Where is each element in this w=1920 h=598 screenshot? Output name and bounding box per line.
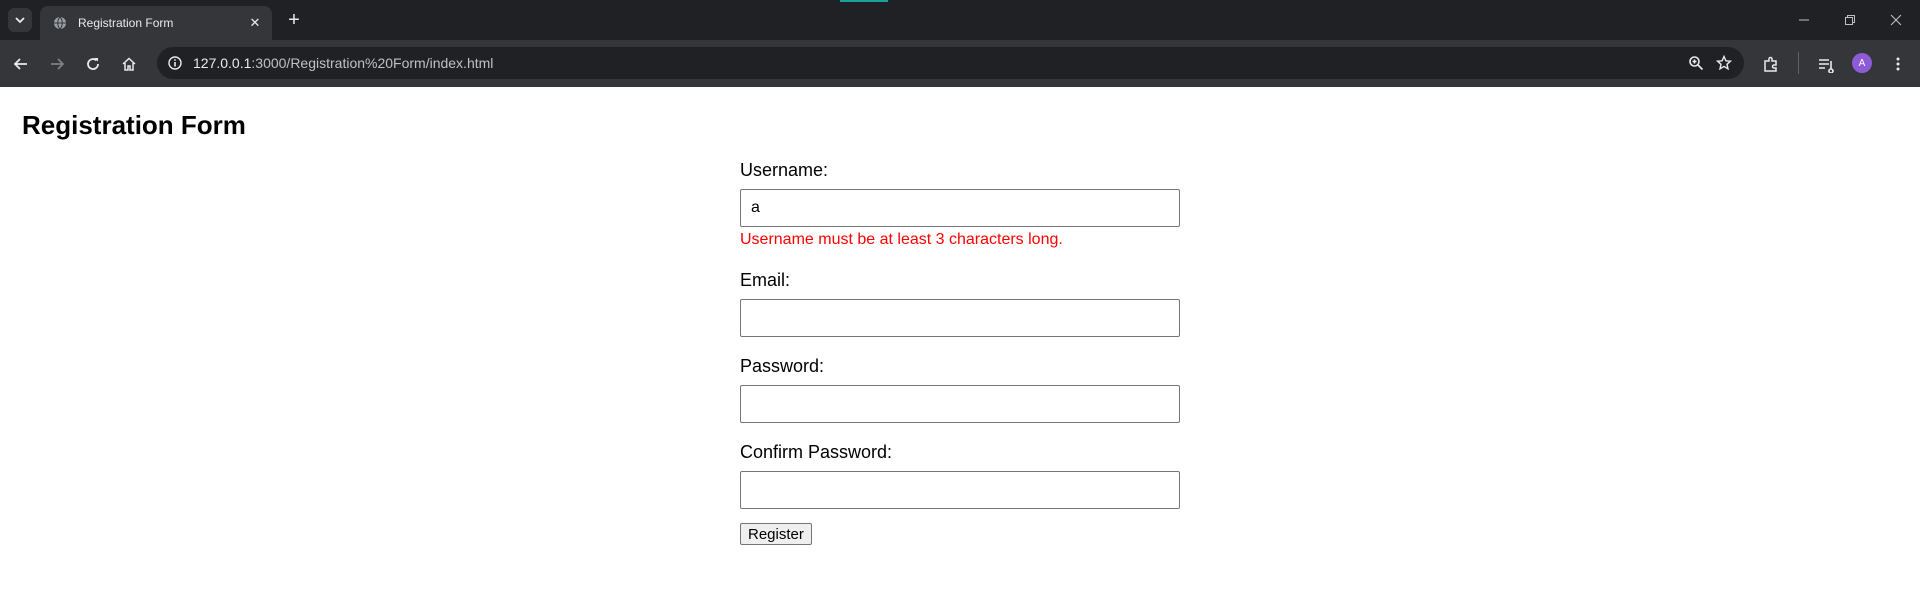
register-button[interactable]: Register [740,523,812,545]
reload-icon[interactable] [79,50,107,78]
tab-search-button[interactable] [8,8,32,32]
star-icon[interactable] [1714,53,1734,73]
menu-icon[interactable] [1884,50,1912,78]
restore-icon[interactable] [1830,6,1870,34]
tab-strip: Registration Form ✕ + [0,0,1920,40]
url-host: 127.0.0.1 [193,55,252,71]
browser-toolbar: 127.0.0.1:3000/Registration%20Form/index… [0,40,1920,87]
confirm-password-label: Confirm Password: [740,442,893,462]
avatar[interactable]: A [1852,53,1872,73]
email-label: Email: [740,270,791,290]
page-content: Registration Form Username: Username mus… [0,87,1920,598]
minimize-icon[interactable] [1784,6,1824,34]
confirm-password-field[interactable] [740,471,1180,509]
chevron-down-icon [15,17,25,24]
zoom-icon[interactable] [1686,53,1706,73]
url-path: :3000/Registration%20Form/index.html [251,55,494,71]
username-label: Username: [740,160,829,180]
username-field[interactable] [740,189,1180,227]
site-info-icon[interactable] [165,53,185,73]
close-icon[interactable]: ✕ [246,14,264,32]
home-icon[interactable] [115,50,143,78]
toolbar-divider [1798,52,1799,74]
address-bar[interactable]: 127.0.0.1:3000/Registration%20Form/index… [157,47,1744,79]
tab-registration-form[interactable]: Registration Form ✕ [40,6,272,40]
back-icon[interactable] [7,50,35,78]
tab-title: Registration Form [78,16,174,30]
username-error: Username must be at least 3 characters l… [740,231,1063,248]
extensions-icon[interactable] [1757,50,1785,78]
globe-icon [52,15,68,31]
password-label: Password: [740,356,825,376]
reading-list-icon[interactable] [1812,50,1840,78]
forward-icon[interactable] [43,50,71,78]
url-text[interactable]: 127.0.0.1:3000/Registration%20Form/index… [193,55,493,71]
password-field[interactable] [740,385,1180,423]
registration-form: Username: Username must be at least 3 ch… [740,159,1180,545]
email-field[interactable] [740,299,1180,337]
window-close-icon[interactable] [1876,6,1916,34]
page-title: Registration Form [22,110,246,140]
tab-strip-accent [840,0,888,2]
plus-icon[interactable]: + [282,8,306,32]
